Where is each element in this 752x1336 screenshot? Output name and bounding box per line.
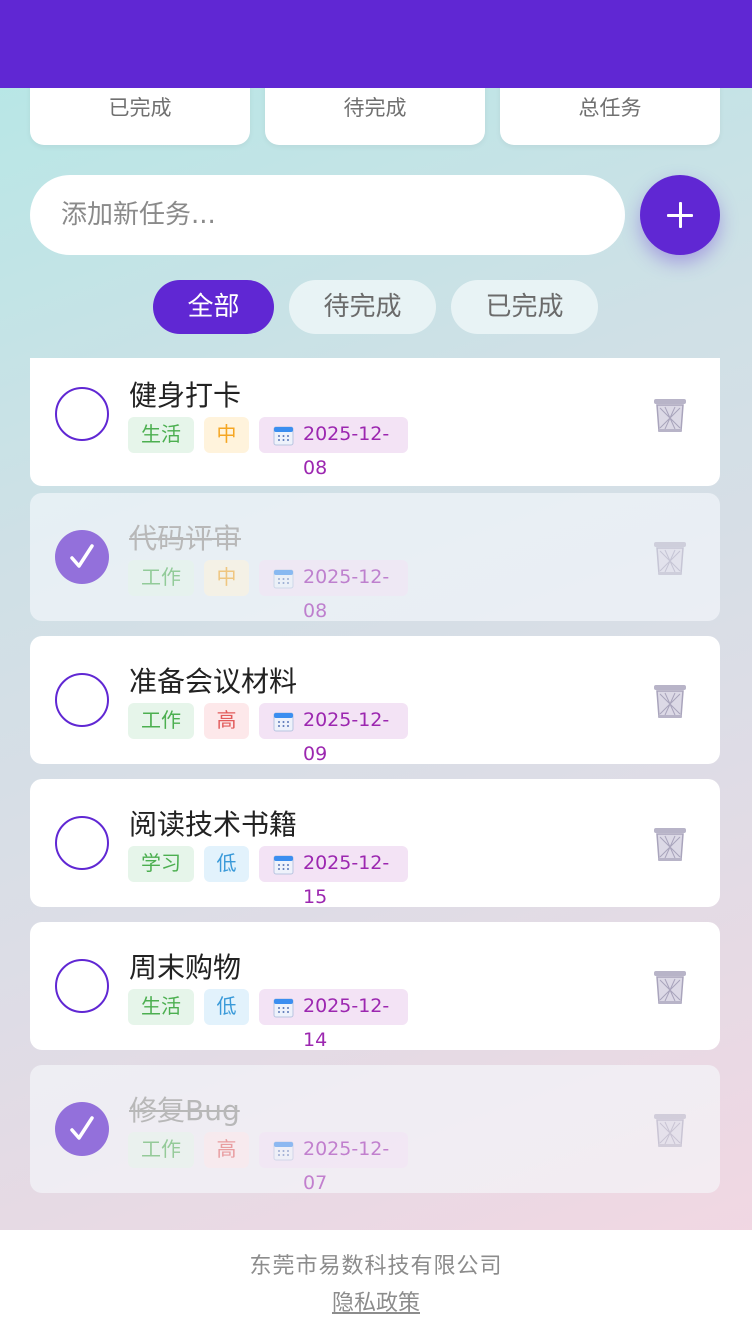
- filter-tab-completed[interactable]: 已完成: [451, 280, 598, 334]
- calendar-icon: [273, 998, 294, 1018]
- calendar-icon: [273, 426, 294, 446]
- filter-tabs: 全部 待完成 已完成: [0, 280, 752, 334]
- task-item: 周末购物 生活 低 2025-12-14: [30, 922, 720, 1051]
- footer: 东莞市易数科技有限公司 隐私政策: [0, 1230, 752, 1336]
- date-tag: 2025-12-07: [259, 1132, 408, 1194]
- task-title: 健身打卡: [129, 379, 242, 412]
- task-checkbox[interactable]: [55, 1102, 109, 1156]
- date-tag: 2025-12-08: [259, 560, 408, 622]
- task-checkbox[interactable]: [55, 673, 109, 727]
- task-date: 2025-12-14: [303, 995, 390, 1051]
- trash-icon[interactable]: [650, 967, 690, 1007]
- task-date: 2025-12-08: [303, 423, 390, 479]
- task-item: 修复Bug 工作 高 2025-12-07: [30, 1065, 720, 1194]
- category-tag: 工作: [128, 560, 194, 596]
- task-title: 准备会议材料: [129, 665, 298, 698]
- trash-icon[interactable]: [650, 538, 690, 578]
- task-date: 2025-12-07: [303, 1138, 390, 1194]
- new-task-input[interactable]: [30, 175, 625, 255]
- add-task-row: [30, 175, 720, 255]
- priority-tag: 中: [204, 417, 249, 453]
- trash-icon[interactable]: [650, 1110, 690, 1150]
- date-tag: 2025-12-14: [259, 989, 408, 1051]
- task-item: 代码评审 工作 中 2025-12-08: [30, 493, 720, 622]
- priority-tag: 高: [204, 703, 249, 739]
- task-date: 2025-12-09: [303, 709, 390, 765]
- category-tag: 学习: [128, 846, 194, 882]
- category-tag: 工作: [128, 1132, 194, 1168]
- calendar-icon: [273, 855, 294, 875]
- trash-icon[interactable]: [650, 395, 690, 435]
- company-name: 东莞市易数科技有限公司: [249, 1254, 503, 1279]
- checkmark-icon: [70, 1116, 94, 1140]
- calendar-icon: [273, 569, 294, 589]
- task-title: 修复Bug: [129, 1094, 240, 1127]
- category-tag: 生活: [128, 417, 194, 453]
- stat-label-completed: 已完成: [108, 96, 172, 120]
- add-task-button[interactable]: [640, 175, 720, 255]
- date-tag: 2025-12-15: [259, 846, 408, 908]
- priority-tag: 低: [204, 846, 249, 882]
- priority-tag: 低: [204, 989, 249, 1025]
- task-title: 周末购物: [129, 951, 242, 984]
- task-checkbox[interactable]: [55, 530, 109, 584]
- task-list: 健身打卡 生活 中 2025-12-08 代码评审 工作 中 2025-12-0…: [30, 358, 720, 1198]
- filter-tab-all[interactable]: 全部: [153, 280, 274, 334]
- task-item: 准备会议材料 工作 高 2025-12-09: [30, 636, 720, 765]
- task-checkbox[interactable]: [55, 816, 109, 870]
- task-date: 2025-12-15: [303, 852, 390, 908]
- category-tag: 生活: [128, 989, 194, 1025]
- priority-tag: 高: [204, 1132, 249, 1168]
- stat-label-total: 总任务: [578, 96, 642, 120]
- app-header: [0, 0, 752, 88]
- stat-label-pending: 待完成: [343, 96, 407, 120]
- filter-tab-pending[interactable]: 待完成: [289, 280, 436, 334]
- trash-icon[interactable]: [650, 824, 690, 864]
- task-checkbox[interactable]: [55, 387, 109, 441]
- task-checkbox[interactable]: [55, 959, 109, 1013]
- date-tag: 2025-12-09: [259, 703, 408, 765]
- calendar-icon: [273, 1141, 294, 1161]
- privacy-policy-link[interactable]: 隐私政策: [0, 1285, 752, 1317]
- date-tag: 2025-12-08: [259, 417, 408, 479]
- task-item: 健身打卡 生活 中 2025-12-08: [30, 358, 720, 486]
- task-date: 2025-12-08: [303, 566, 390, 622]
- calendar-icon: [273, 712, 294, 732]
- task-item: 阅读技术书籍 学习 低 2025-12-15: [30, 779, 720, 908]
- task-title: 代码评审: [129, 522, 242, 555]
- task-title: 阅读技术书籍: [129, 808, 298, 841]
- priority-tag: 中: [204, 560, 249, 596]
- plus-icon-vertical: [679, 202, 682, 228]
- trash-icon[interactable]: [650, 681, 690, 721]
- category-tag: 工作: [128, 703, 194, 739]
- checkmark-icon: [70, 544, 94, 568]
